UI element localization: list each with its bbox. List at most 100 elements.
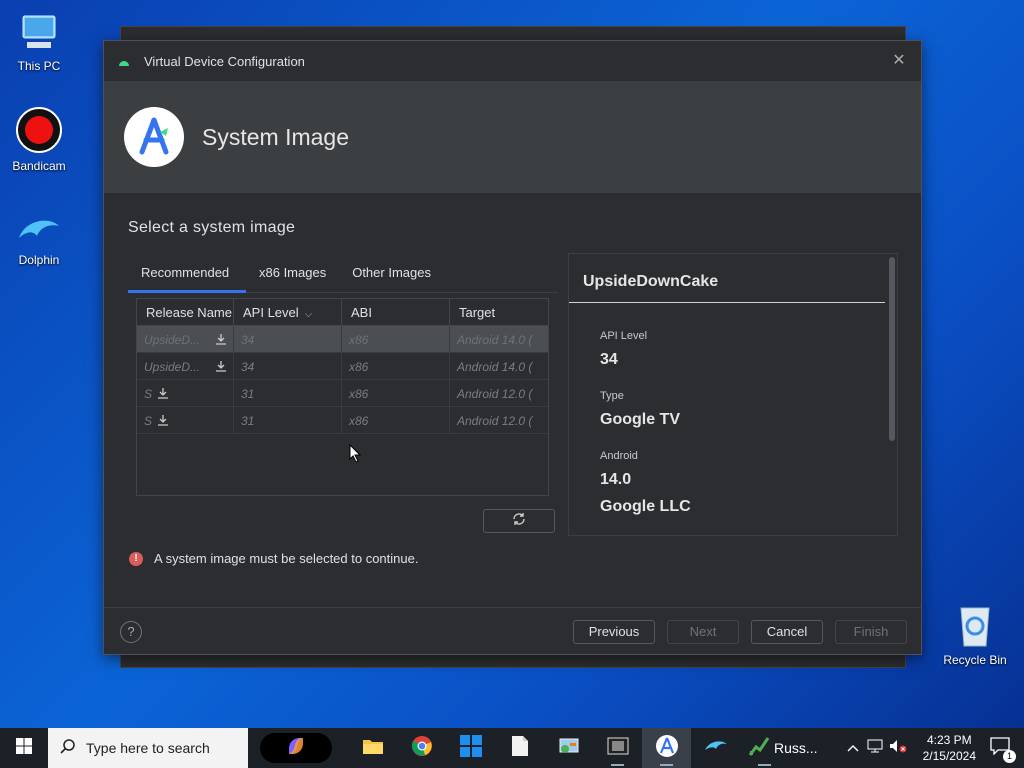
cell-abi: x86 bbox=[342, 353, 450, 379]
close-icon[interactable]: ✕ bbox=[889, 51, 909, 71]
taskbar-russ-app[interactable]: Russ... bbox=[740, 728, 820, 768]
clock[interactable]: 4:23 PM 2/15/2024 bbox=[923, 732, 976, 764]
cell-abi: x86 bbox=[342, 326, 450, 352]
details-divider bbox=[569, 302, 885, 303]
desktop-icon-this-pc[interactable]: This PC bbox=[4, 10, 74, 73]
virtual-device-dialog: Virtual Device Configuration ✕ System Im… bbox=[103, 40, 922, 655]
windows-icon bbox=[16, 737, 32, 759]
taskbar-app-label: Russ... bbox=[774, 740, 818, 756]
mouse-cursor-icon bbox=[349, 444, 361, 463]
column-api-level[interactable]: API Level ⌵ bbox=[234, 299, 342, 325]
recycle-bin-icon bbox=[940, 602, 1010, 651]
tab-other-images[interactable]: Other Images bbox=[339, 257, 444, 293]
dialog-titlebar[interactable]: Virtual Device Configuration ✕ bbox=[104, 41, 921, 81]
cell-abi: x86 bbox=[342, 407, 450, 433]
volume-muted-icon[interactable] bbox=[889, 739, 907, 758]
download-icon[interactable] bbox=[215, 333, 227, 345]
details-scrollbar[interactable] bbox=[889, 257, 895, 441]
desktop-icon-recycle-bin[interactable]: Recycle Bin bbox=[940, 602, 1010, 667]
download-icon[interactable] bbox=[215, 360, 227, 372]
desktop-icon-label: Bandicam bbox=[12, 159, 66, 173]
refresh-icon bbox=[512, 512, 526, 531]
refresh-button[interactable] bbox=[483, 509, 555, 533]
start-button[interactable] bbox=[0, 728, 48, 768]
chevron-up-icon[interactable] bbox=[847, 739, 859, 757]
cell-release-name: S bbox=[137, 407, 234, 433]
header-band: System Image bbox=[104, 81, 921, 193]
taskbar-search[interactable]: Type here to search bbox=[48, 728, 248, 768]
copilot-button[interactable] bbox=[260, 733, 332, 763]
header-title: System Image bbox=[202, 123, 349, 150]
android-icon bbox=[118, 55, 130, 67]
taskbar-chrome[interactable] bbox=[397, 728, 446, 768]
type-value: Google TV bbox=[600, 411, 680, 428]
previous-button[interactable]: Previous bbox=[573, 620, 655, 644]
cell-target: Android 12.0 ( bbox=[457, 414, 533, 428]
film-icon bbox=[607, 737, 629, 760]
details-title: UpsideDownCake bbox=[583, 273, 719, 290]
error-text: A system image must be selected to conti… bbox=[154, 551, 419, 566]
control-panel-icon bbox=[558, 735, 580, 762]
image-details-panel: UpsideDownCake API Level 34 Type Google … bbox=[568, 253, 898, 536]
api-level-value: 34 bbox=[600, 351, 618, 368]
cell-target: Android 14.0 ( bbox=[457, 360, 533, 374]
download-icon[interactable] bbox=[157, 387, 169, 399]
dolphin-icon bbox=[703, 738, 729, 759]
cancel-button[interactable]: Cancel bbox=[751, 620, 823, 644]
chrome-icon bbox=[411, 735, 433, 762]
column-release-name[interactable]: Release Name bbox=[137, 299, 234, 325]
cell-abi: x86 bbox=[342, 380, 450, 406]
android-studio-icon bbox=[124, 107, 184, 167]
image-tabs: Recommended x86 Images Other Images bbox=[128, 257, 558, 293]
network-icon[interactable] bbox=[867, 739, 883, 758]
api-level-label: API Level bbox=[600, 330, 648, 342]
document-icon bbox=[511, 735, 529, 762]
cell-target: Android 14.0 ( bbox=[457, 333, 533, 347]
taskbar-start-menu-app[interactable] bbox=[446, 728, 495, 768]
help-button[interactable]: ? bbox=[120, 621, 142, 643]
taskbar-dolphin[interactable] bbox=[691, 728, 740, 768]
cell-release-name: UpsideD... bbox=[137, 353, 234, 379]
tab-x86-images[interactable]: x86 Images bbox=[246, 257, 339, 293]
error-message: ! A system image must be selected to con… bbox=[129, 551, 418, 566]
computer-icon bbox=[4, 10, 74, 57]
tab-recommended[interactable]: Recommended bbox=[128, 257, 246, 293]
search-placeholder: Type here to search bbox=[86, 740, 210, 756]
cell-release-name: UpsideD... bbox=[137, 326, 234, 352]
desktop-icon-bandicam[interactable]: Bandicam bbox=[4, 106, 74, 173]
section-title: Select a system image bbox=[128, 219, 296, 236]
taskbar-notepad[interactable] bbox=[495, 728, 544, 768]
desktop-icon-label: Dolphin bbox=[18, 253, 60, 267]
record-icon bbox=[4, 106, 74, 157]
system-image-table: Release Name API Level ⌵ ABI Target Upsid… bbox=[136, 298, 549, 496]
download-icon[interactable] bbox=[157, 414, 169, 426]
table-row[interactable]: UpsideD... 34 x86 Android 14.0 ( bbox=[137, 353, 548, 380]
table-row[interactable]: S 31 x86 Android 12.0 ( bbox=[137, 380, 548, 407]
notification-icon[interactable]: 1 bbox=[990, 736, 1016, 763]
cell-api-level: 31 bbox=[234, 380, 342, 406]
table-header: Release Name API Level ⌵ ABI Target bbox=[137, 299, 548, 326]
desktop-icon-label: Recycle Bin bbox=[943, 653, 1007, 667]
finish-button[interactable]: Finish bbox=[835, 620, 907, 644]
next-button[interactable]: Next bbox=[667, 620, 739, 644]
error-icon: ! bbox=[129, 551, 143, 566]
taskbar-android-studio[interactable] bbox=[642, 728, 691, 768]
dialog-footer: ? Previous Next Cancel Finish bbox=[104, 607, 921, 655]
column-abi[interactable]: ABI bbox=[342, 299, 450, 325]
table-row[interactable]: S 31 x86 Android 12.0 ( bbox=[137, 407, 548, 434]
cell-api-level: 31 bbox=[234, 407, 342, 433]
desktop-icon-label: This PC bbox=[17, 59, 61, 73]
desktop-icon-dolphin[interactable]: Dolphin bbox=[4, 214, 74, 267]
dialog-title: Virtual Device Configuration bbox=[144, 53, 305, 69]
notification-count: 1 bbox=[1003, 749, 1016, 763]
taskbar-bandicam-app[interactable] bbox=[593, 728, 642, 768]
cell-api-level: 34 bbox=[234, 326, 342, 352]
table-row[interactable]: UpsideD... 34 x86 Android 14.0 ( bbox=[137, 326, 548, 353]
type-label: Type bbox=[600, 390, 624, 402]
column-target[interactable]: Target bbox=[450, 299, 548, 325]
system-tray: 4:23 PM 2/15/2024 1 bbox=[847, 728, 1024, 768]
taskbar-control-panel[interactable] bbox=[544, 728, 593, 768]
clock-time: 4:23 PM bbox=[926, 733, 972, 747]
vendor-value: Google LLC bbox=[600, 498, 691, 515]
taskbar-file-explorer[interactable] bbox=[348, 728, 397, 768]
